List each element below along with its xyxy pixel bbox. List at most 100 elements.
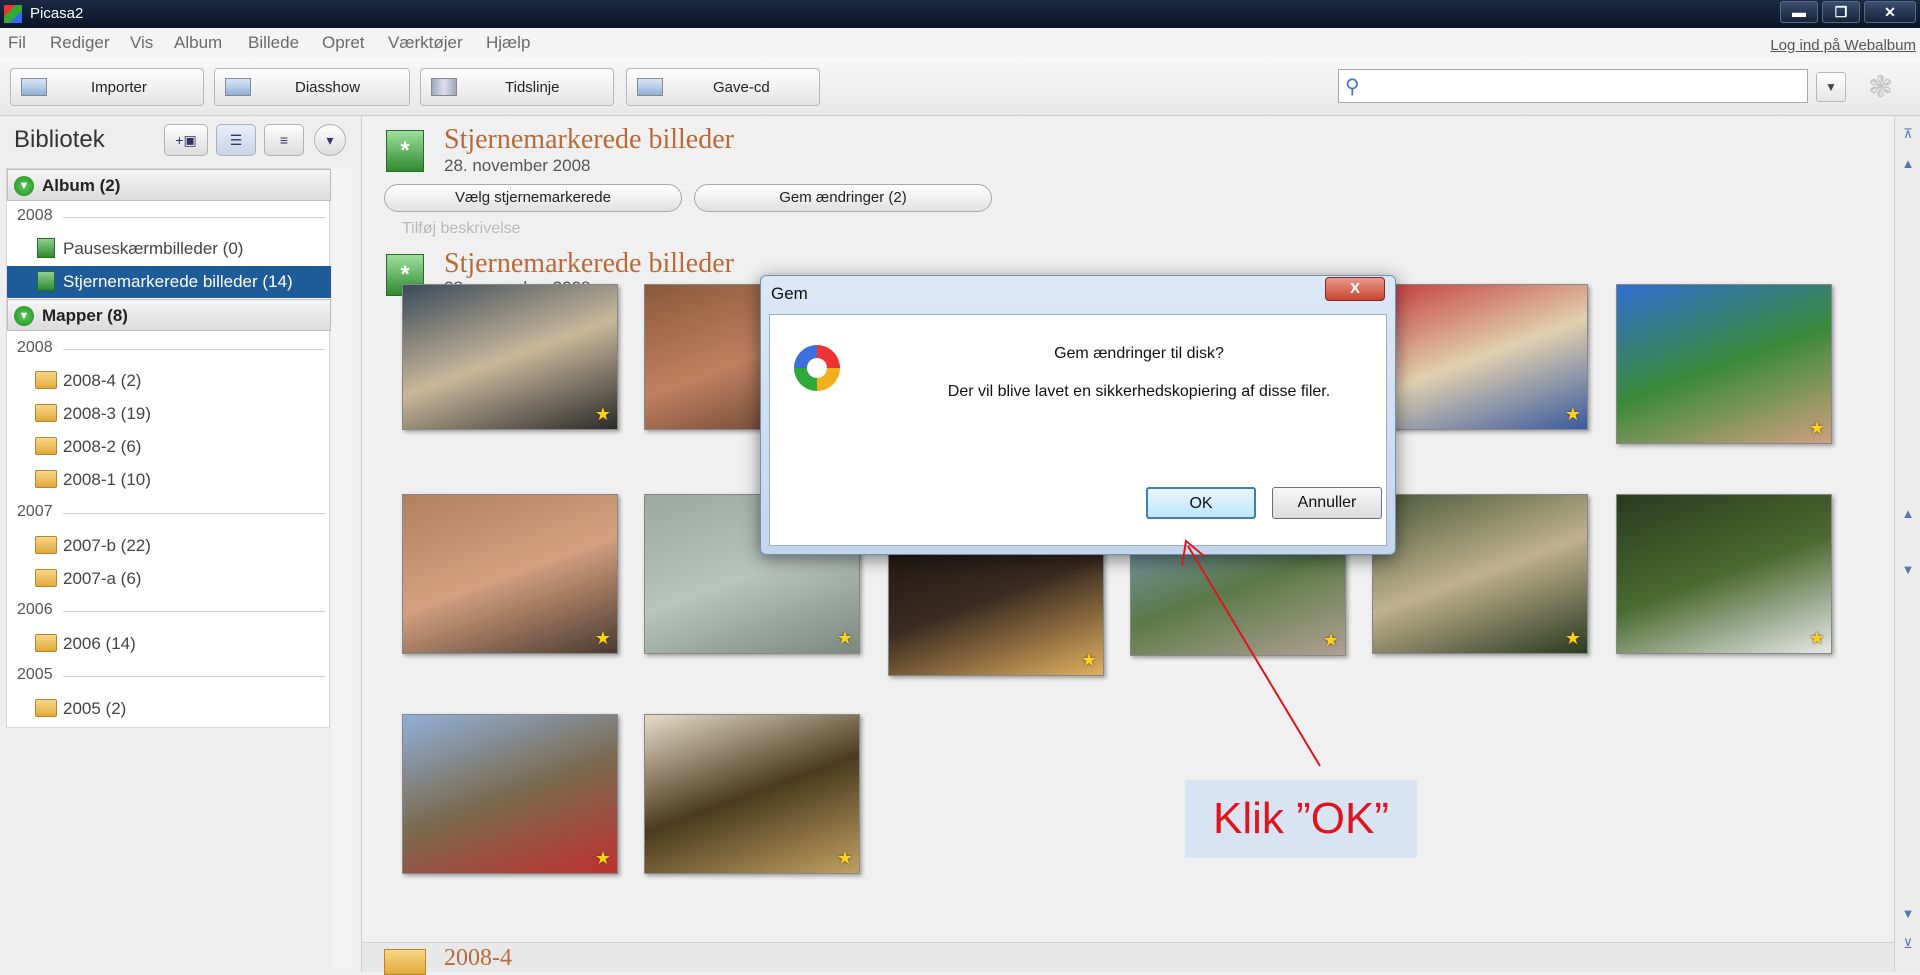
- toolbar: Importer Diasshow Tidslinje Gave-cd ⚲ ▼ …: [0, 58, 1920, 116]
- album-section-header[interactable]: ▼ Album (2): [7, 169, 331, 201]
- slideshow-icon: [225, 78, 251, 96]
- folder-item-2008-1[interactable]: 2008-1 (10): [7, 464, 331, 496]
- photo-kids-cannon[interactable]: ★: [402, 714, 618, 874]
- menu-fil[interactable]: Fil: [8, 33, 26, 53]
- camera-icon: [21, 78, 47, 96]
- year-label: 2007: [17, 503, 53, 520]
- folder-icon: [35, 470, 57, 488]
- minimize-button[interactable]: ▬: [1780, 1, 1818, 23]
- photo-trumpet[interactable]: ★: [644, 714, 860, 874]
- menu-billede[interactable]: Billede: [248, 33, 299, 53]
- year-divider: [63, 611, 325, 612]
- tree-view-button[interactable]: ≡: [264, 124, 304, 156]
- album-section-label: Album (2): [42, 176, 121, 195]
- import-label: Importer: [91, 79, 147, 96]
- year-label: 2008: [17, 207, 53, 224]
- expand-icon: ▼: [14, 176, 34, 196]
- star-icon: ★: [1080, 650, 1097, 670]
- photo-boy-sky[interactable]: ★: [1616, 284, 1832, 444]
- gift-cd-label: Gave-cd: [713, 79, 770, 96]
- dialog-body: Gem ændringer til disk? Der vil blive la…: [769, 314, 1387, 546]
- scroll-top-icon[interactable]: ⊼: [1899, 126, 1917, 144]
- menu-album[interactable]: Album: [174, 33, 222, 53]
- folder-icon: [35, 437, 57, 455]
- menu-vis[interactable]: Vis: [130, 33, 153, 53]
- close-button[interactable]: ✕: [1864, 1, 1916, 23]
- folder-item-2007-a[interactable]: 2007-a (6): [7, 563, 331, 595]
- login-webalbum-link[interactable]: Log ind på Webalbum: [1770, 37, 1916, 54]
- folder-item-label: 2008-2 (6): [63, 437, 142, 456]
- library-heading: Bibliotek: [14, 126, 105, 153]
- star-icon: ★: [594, 404, 611, 424]
- folder-item-2006[interactable]: 2006 (14): [7, 628, 331, 660]
- dialog-close-button[interactable]: X: [1325, 277, 1385, 301]
- photo-swan[interactable]: ★: [1616, 494, 1832, 654]
- gift-cd-button[interactable]: Gave-cd: [626, 68, 820, 106]
- folder-icon: [384, 949, 426, 975]
- select-starred-button[interactable]: Vælg stjernemarkerede: [384, 184, 682, 212]
- album-title-repeat: Stjernemarkerede billeder: [444, 248, 734, 279]
- folder-icon: [35, 634, 57, 652]
- title-bar: Picasa2 ▬ ❐ ✕: [0, 0, 1920, 28]
- scroll-down-icon[interactable]: ▼: [1899, 906, 1917, 924]
- loading-spinner-icon: ❃: [1868, 71, 1894, 104]
- folder-item-2008-2[interactable]: 2008-2 (6): [7, 431, 331, 463]
- folder-icon: [35, 569, 57, 587]
- scroll-bottom-icon[interactable]: ⊻: [1899, 936, 1917, 954]
- star-icon: ★: [1808, 418, 1825, 438]
- year-divider: [63, 217, 325, 218]
- photo-girl-toys[interactable]: ★: [1372, 284, 1588, 430]
- import-button[interactable]: Importer: [10, 68, 204, 106]
- photo-beach-sunset[interactable]: ★: [402, 494, 618, 654]
- picasa-app-icon: [4, 5, 22, 23]
- window-title: Picasa2: [30, 5, 84, 22]
- folder-item-label: 2007-b (22): [63, 536, 151, 555]
- folder-item-2005[interactable]: 2005 (2): [7, 693, 331, 725]
- folder-item-label: 2008-4 (2): [63, 371, 142, 390]
- menu-vaerktojer[interactable]: Værktøjer: [388, 33, 463, 53]
- scroll-up-icon[interactable]: ▲: [1899, 156, 1917, 174]
- photo-grandpa-bench[interactable]: ★: [1372, 494, 1588, 654]
- scroll-down-icon[interactable]: ▼: [1899, 562, 1917, 580]
- album-item-label: Stjernemarkerede billeder (14): [63, 272, 293, 291]
- album-item-pauseskaermbilleder[interactable]: Pauseskærmbilleder (0): [7, 233, 331, 265]
- album-date: 28. november 2008: [444, 156, 591, 175]
- folder-item-2007-b[interactable]: 2007-b (22): [7, 530, 331, 562]
- folder-item-label: 2006 (14): [63, 634, 136, 653]
- add-description-field[interactable]: Tilføj beskrivelse: [402, 220, 521, 238]
- folder-footer-title: 2008-4: [444, 945, 512, 971]
- save-dialog: Gem X Gem ændringer til disk? Der vil bl…: [760, 275, 1396, 555]
- sidebar-options-button[interactable]: ▾: [314, 124, 346, 156]
- cd-icon: [637, 78, 663, 96]
- scroll-up-icon[interactable]: ▲: [1899, 506, 1917, 524]
- save-changes-button[interactable]: Gem ændringer (2): [694, 184, 992, 212]
- star-icon: ★: [594, 628, 611, 648]
- star-icon: ★: [1564, 404, 1581, 424]
- cancel-button[interactable]: Annuller: [1272, 487, 1382, 519]
- restore-button[interactable]: ❐: [1822, 1, 1860, 23]
- menu-rediger[interactable]: Rediger: [50, 33, 110, 53]
- slideshow-button[interactable]: Diasshow: [214, 68, 410, 106]
- expand-icon: ▼: [14, 306, 34, 326]
- menu-hjaelp[interactable]: Hjælp: [486, 33, 530, 53]
- add-album-button[interactable]: +▣: [164, 124, 208, 156]
- menu-opret[interactable]: Opret: [322, 33, 365, 53]
- ok-button[interactable]: OK: [1146, 487, 1256, 519]
- list-view-button[interactable]: ☰: [216, 124, 256, 156]
- search-input[interactable]: ⚲: [1338, 69, 1808, 103]
- star-icon: ★: [1322, 630, 1339, 650]
- folder-item-label: 2008-1 (10): [63, 470, 151, 489]
- timeline-button[interactable]: Tidslinje: [420, 68, 614, 106]
- search-dropdown-button[interactable]: ▼: [1816, 72, 1846, 102]
- folder-item-2008-3[interactable]: 2008-3 (19): [7, 398, 331, 430]
- annotation-callout: Klik ”OK”: [1185, 780, 1417, 858]
- sidebar-scrollbar[interactable]: [332, 168, 352, 968]
- year-label: 2008: [17, 339, 53, 356]
- folders-section-header[interactable]: ▼ Mapper (8): [7, 299, 331, 331]
- folder-item-2008-4[interactable]: 2008-4 (2): [7, 365, 331, 397]
- album-item-stjernemarkerede[interactable]: Stjernemarkerede billeder (14): [7, 266, 331, 298]
- photo-area-scrollbar[interactable]: ⊼ ▲ ▲ ▼ ▼ ⊻: [1894, 116, 1920, 972]
- year-divider: [63, 513, 325, 514]
- photo-kids-bench[interactable]: ★: [402, 284, 618, 430]
- year-label: 2006: [17, 601, 53, 618]
